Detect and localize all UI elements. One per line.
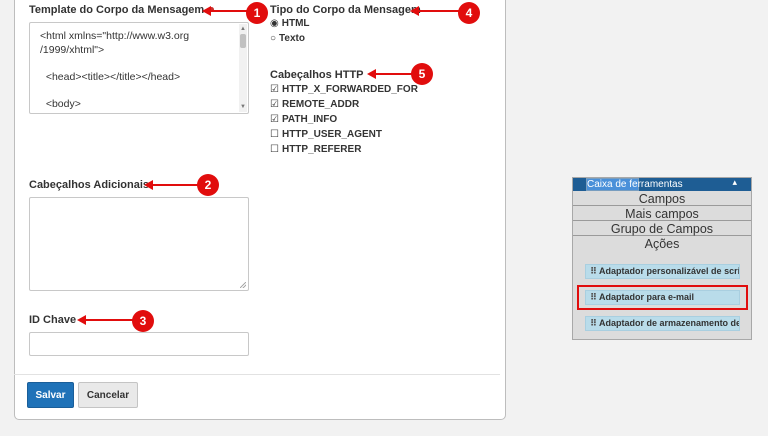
form-divider: [14, 374, 500, 375]
annotation-badge-5: 5: [411, 63, 433, 85]
cancel-button[interactable]: Cancelar: [78, 382, 138, 408]
toolbox-title: Caixa de ferramentas: [586, 178, 683, 191]
template-textarea[interactable]: <html xmlns="http://www.w3.org /1999/xht…: [29, 22, 249, 114]
resize-grip-icon[interactable]: [240, 282, 246, 288]
template-textarea-text: <html xmlns="http://www.w3.org /1999/xht…: [40, 30, 190, 110]
radio-empty-icon[interactable]: ○: [270, 33, 276, 44]
collapse-icon[interactable]: ▴: [732, 177, 737, 188]
http-header-option[interactable]: ☑ REMOTE_ADDR: [270, 99, 359, 110]
arrowhead-icon: [410, 6, 419, 16]
annotation-badge-4: 4: [458, 2, 480, 24]
additional-headers-textarea[interactable]: [29, 197, 249, 291]
radio-selected-icon[interactable]: ◉: [270, 18, 279, 29]
http-header-option[interactable]: ☑ PATH_INFO: [270, 114, 337, 125]
scroll-up-icon[interactable]: ▲: [240, 26, 246, 32]
checkbox-checked-icon[interactable]: ☑: [270, 114, 279, 125]
drag-handle-icon[interactable]: ⠿: [590, 318, 597, 328]
scroll-thumb[interactable]: [240, 34, 246, 48]
key-id-input[interactable]: [29, 332, 249, 356]
body-type-option-html[interactable]: ◉ HTML: [270, 18, 310, 29]
annotation-arrow-1: [210, 10, 247, 12]
http-header-option[interactable]: ☐ HTTP_REFERER: [270, 144, 361, 155]
annotation-badge-3: 3: [132, 310, 154, 332]
http-headers-label: Cabeçalhos HTTP: [270, 69, 364, 81]
template-scrollbar[interactable]: ▲ ▼: [239, 24, 247, 112]
annotation-badge-1: 1: [246, 2, 268, 24]
http-header-option[interactable]: ☐ HTTP_USER_AGENT: [270, 129, 382, 140]
toolbox-panel: Caixa de ferramentas ▴ Campos Mais campo…: [572, 177, 752, 340]
toolbox-section-grupo-de-campos[interactable]: Grupo de Campos: [573, 222, 751, 236]
http-header-option[interactable]: ☑ HTTP_X_FORWARDED_FOR: [270, 84, 418, 95]
annotation-arrow-4: [418, 10, 460, 12]
body-type-label: Tipo do Corpo da Mensagem: [270, 4, 421, 16]
arrowhead-icon: [144, 180, 153, 190]
annotation-arrow-5: [375, 73, 413, 75]
toolbox-section-acoes[interactable]: Ações: [573, 237, 751, 251]
checkbox-checked-icon[interactable]: ☑: [270, 99, 279, 110]
annotation-arrow-3: [85, 319, 133, 321]
toolbox-item-storage-adapter[interactable]: ⠿ Adaptador de armazenamento de: [585, 316, 740, 331]
additional-headers-label: Cabeçalhos Adicionais: [29, 179, 150, 191]
annotation-arrow-2: [152, 184, 198, 186]
key-id-label: ID Chave: [29, 314, 77, 326]
toolbox-section-campos[interactable]: Campos: [573, 192, 751, 206]
template-label: Template do Corpo da Mensagem: [29, 4, 215, 16]
scroll-down-icon[interactable]: ▼: [240, 104, 246, 110]
annotation-badge-2: 2: [197, 174, 219, 196]
arrowhead-icon: [202, 6, 211, 16]
toolbox-section-mais-campos[interactable]: Mais campos: [573, 207, 751, 221]
toolbox-item-script-adapter[interactable]: ⠿ Adaptador personalizável de scri: [585, 264, 740, 279]
checkbox-empty-icon[interactable]: ☐: [270, 144, 279, 155]
body-type-option-text[interactable]: ○ Texto: [270, 33, 305, 44]
drag-handle-icon[interactable]: ⠿: [590, 266, 597, 276]
save-button[interactable]: Salvar: [27, 382, 74, 408]
arrowhead-icon: [367, 69, 376, 79]
highlight-box: [577, 285, 748, 310]
checkbox-empty-icon[interactable]: ☐: [270, 129, 279, 140]
arrowhead-icon: [77, 315, 86, 325]
toolbox-header[interactable]: Caixa de ferramentas ▴: [573, 177, 751, 191]
checkbox-checked-icon[interactable]: ☑: [270, 84, 279, 95]
